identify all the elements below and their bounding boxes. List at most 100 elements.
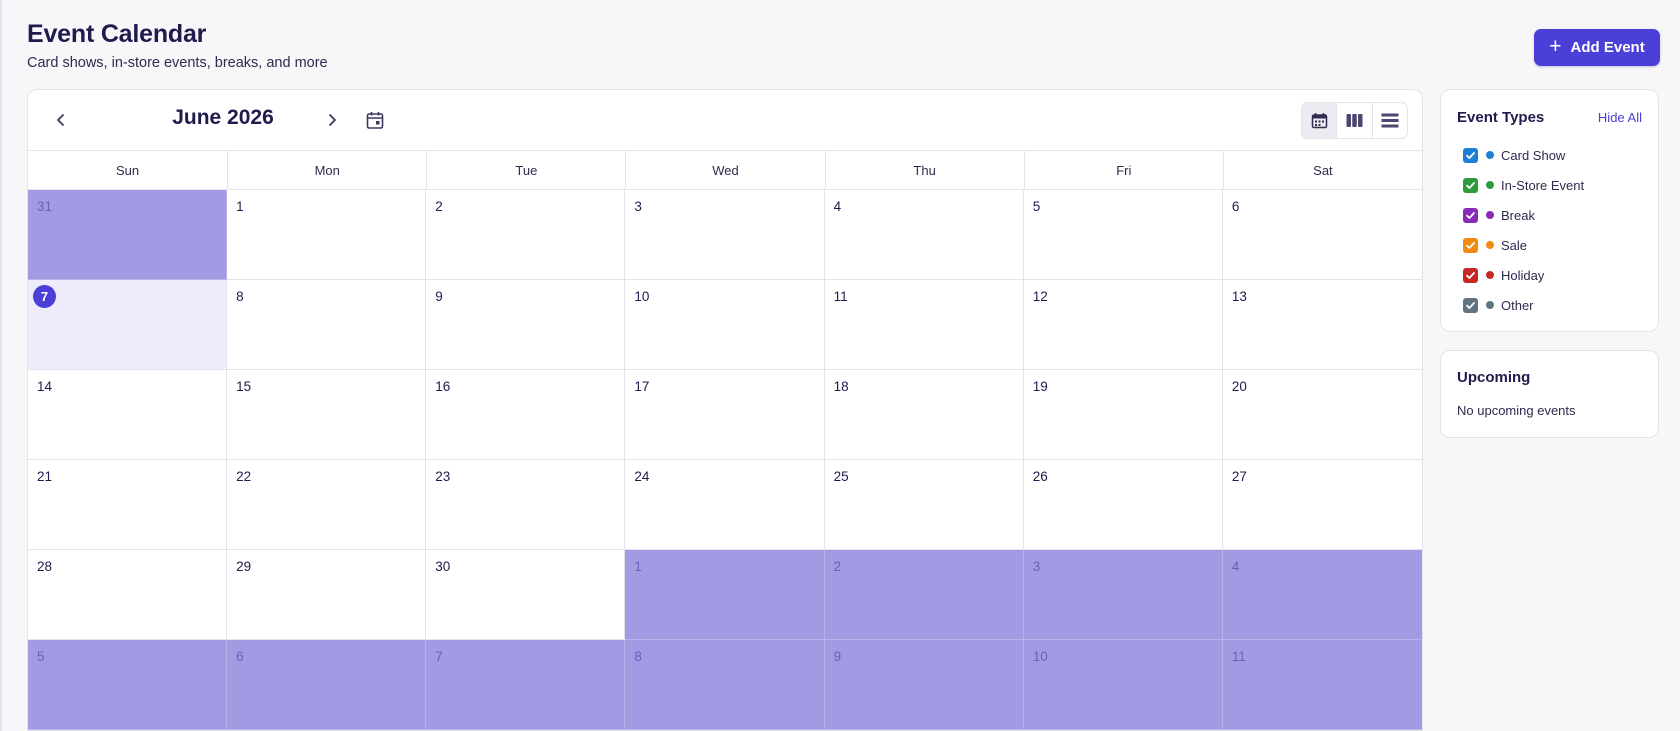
day-cell[interactable]: 2 (426, 190, 626, 280)
day-cell[interactable]: 4 (824, 190, 1024, 280)
day-cell[interactable]: 21 (28, 460, 228, 550)
chevron-right-icon (329, 114, 336, 126)
day-cell[interactable]: 28 (28, 550, 228, 640)
previous-month-button[interactable] (48, 107, 74, 133)
day-number: 11 (833, 289, 848, 304)
day-cell-today[interactable]: 7 (28, 280, 228, 370)
month-view-button[interactable] (1302, 103, 1337, 138)
event-type-toggle[interactable]: Card Show (1463, 140, 1584, 170)
day-cell[interactable]: 20 (1222, 370, 1422, 460)
hide-all-link[interactable]: Hide All (1598, 110, 1642, 125)
day-number: 3 (1032, 559, 1041, 574)
day-cell[interactable]: 14 (28, 370, 228, 460)
day-number: 26 (1032, 469, 1048, 484)
columns-icon (1346, 114, 1363, 127)
color-dot (1486, 151, 1494, 159)
day-number: 25 (833, 469, 849, 484)
day-cell[interactable]: 26 (1023, 460, 1223, 550)
checkbox[interactable] (1463, 207, 1478, 223)
day-cell[interactable]: 3 (625, 190, 825, 280)
day-number: 6 (1231, 199, 1240, 214)
day-cell[interactable]: 25 (824, 460, 1024, 550)
day-cell-other-month[interactable]: 31 (28, 190, 228, 280)
day-number: 10 (634, 289, 650, 304)
checkmark-icon (1466, 301, 1475, 309)
day-cell[interactable]: 17 (625, 370, 825, 460)
day-number: 4 (833, 199, 842, 214)
day-cell[interactable]: 9 (426, 280, 626, 370)
event-type-toggle[interactable]: Holiday (1463, 260, 1584, 290)
go-to-today-button[interactable] (362, 107, 388, 133)
chevron-left-icon (57, 114, 64, 126)
day-cell-other-month[interactable]: 10 (1023, 640, 1223, 730)
page-subtitle: Card shows, in-store events, breaks, and… (27, 55, 328, 71)
window-edge (0, 0, 2, 731)
event-type-label: Holiday (1501, 267, 1545, 283)
day-number: 15 (236, 379, 252, 394)
list-view-button[interactable] (1371, 103, 1407, 138)
day-number: 9 (435, 289, 443, 304)
calendar-card: June 2026 Sun Mon Tue Wed Thu Fri Sat 31… (27, 89, 1423, 731)
day-cell[interactable]: 1 (227, 190, 427, 280)
day-cell[interactable]: 12 (1023, 280, 1223, 370)
checkbox[interactable] (1463, 237, 1478, 253)
day-cell[interactable]: 22 (227, 460, 427, 550)
weekday-header: Fri (1023, 151, 1223, 189)
day-cell[interactable]: 5 (1023, 190, 1223, 280)
day-cell[interactable]: 23 (426, 460, 626, 550)
checkbox[interactable] (1463, 267, 1478, 283)
day-cell-other-month[interactable]: 6 (227, 640, 427, 730)
plus-icon: + (1549, 35, 1562, 58)
day-cell-other-month[interactable]: 1 (625, 550, 825, 640)
day-cell-other-month[interactable]: 9 (824, 640, 1024, 730)
day-cell[interactable]: 15 (227, 370, 427, 460)
day-number: 5 (37, 649, 45, 664)
day-number: 3 (634, 199, 642, 214)
day-cell[interactable]: 29 (227, 550, 427, 640)
add-event-button[interactable]: + Add Event (1534, 29, 1660, 66)
day-cell[interactable]: 27 (1222, 460, 1422, 550)
checkmark-icon (1466, 241, 1475, 249)
day-cell[interactable]: 11 (824, 280, 1024, 370)
day-number: 23 (435, 469, 451, 484)
calendar-toolbar: June 2026 (28, 90, 1422, 151)
day-cell[interactable]: 18 (824, 370, 1024, 460)
event-types-title: Event Types (1457, 109, 1545, 126)
weekday-header-row: Sun Mon Tue Wed Thu Fri Sat (28, 151, 1422, 190)
day-cell[interactable]: 24 (625, 460, 825, 550)
day-cell-other-month[interactable]: 7 (426, 640, 626, 730)
view-switcher (1301, 102, 1408, 139)
day-cell[interactable]: 10 (625, 280, 825, 370)
day-cell[interactable]: 30 (426, 550, 626, 640)
day-cell[interactable]: 13 (1222, 280, 1422, 370)
next-month-button[interactable] (319, 107, 345, 133)
weekday-header: Sat (1222, 151, 1422, 189)
week-view-button[interactable] (1336, 103, 1371, 138)
event-type-toggle[interactable]: Break (1463, 200, 1584, 230)
checkbox[interactable] (1463, 297, 1478, 313)
day-cell-other-month[interactable]: 2 (824, 550, 1024, 640)
day-cell[interactable]: 6 (1222, 190, 1422, 280)
month-grid: 31 1 2 3 4 5 6 7 8 9 10 11 12 13 14 15 16 17 18 19 20 21 22 23 2… (28, 190, 1422, 730)
day-cell-other-month[interactable]: 8 (625, 640, 825, 730)
checkbox[interactable] (1463, 177, 1478, 193)
day-cell-other-month[interactable]: 4 (1222, 550, 1422, 640)
day-cell[interactable]: 8 (227, 280, 427, 370)
checkbox[interactable] (1463, 147, 1478, 163)
day-number: 31 (37, 199, 53, 214)
day-number: 20 (1231, 379, 1247, 394)
list-icon (1381, 113, 1399, 128)
event-type-toggle[interactable]: Sale (1463, 230, 1584, 260)
day-cell-other-month[interactable]: 11 (1222, 640, 1422, 730)
event-type-label: Card Show (1501, 147, 1566, 163)
day-cell[interactable]: 19 (1023, 370, 1223, 460)
event-type-toggle[interactable]: In-Store Event (1463, 170, 1584, 200)
event-type-label: Sale (1501, 237, 1528, 253)
day-cell-other-month[interactable]: 3 (1023, 550, 1223, 640)
weekday-header: Wed (625, 151, 824, 189)
day-cell[interactable]: 16 (426, 370, 626, 460)
event-type-toggle[interactable]: Other (1463, 290, 1584, 320)
day-cell-other-month[interactable]: 5 (28, 640, 228, 730)
day-number: 16 (435, 379, 451, 394)
day-number: 10 (1032, 649, 1048, 664)
